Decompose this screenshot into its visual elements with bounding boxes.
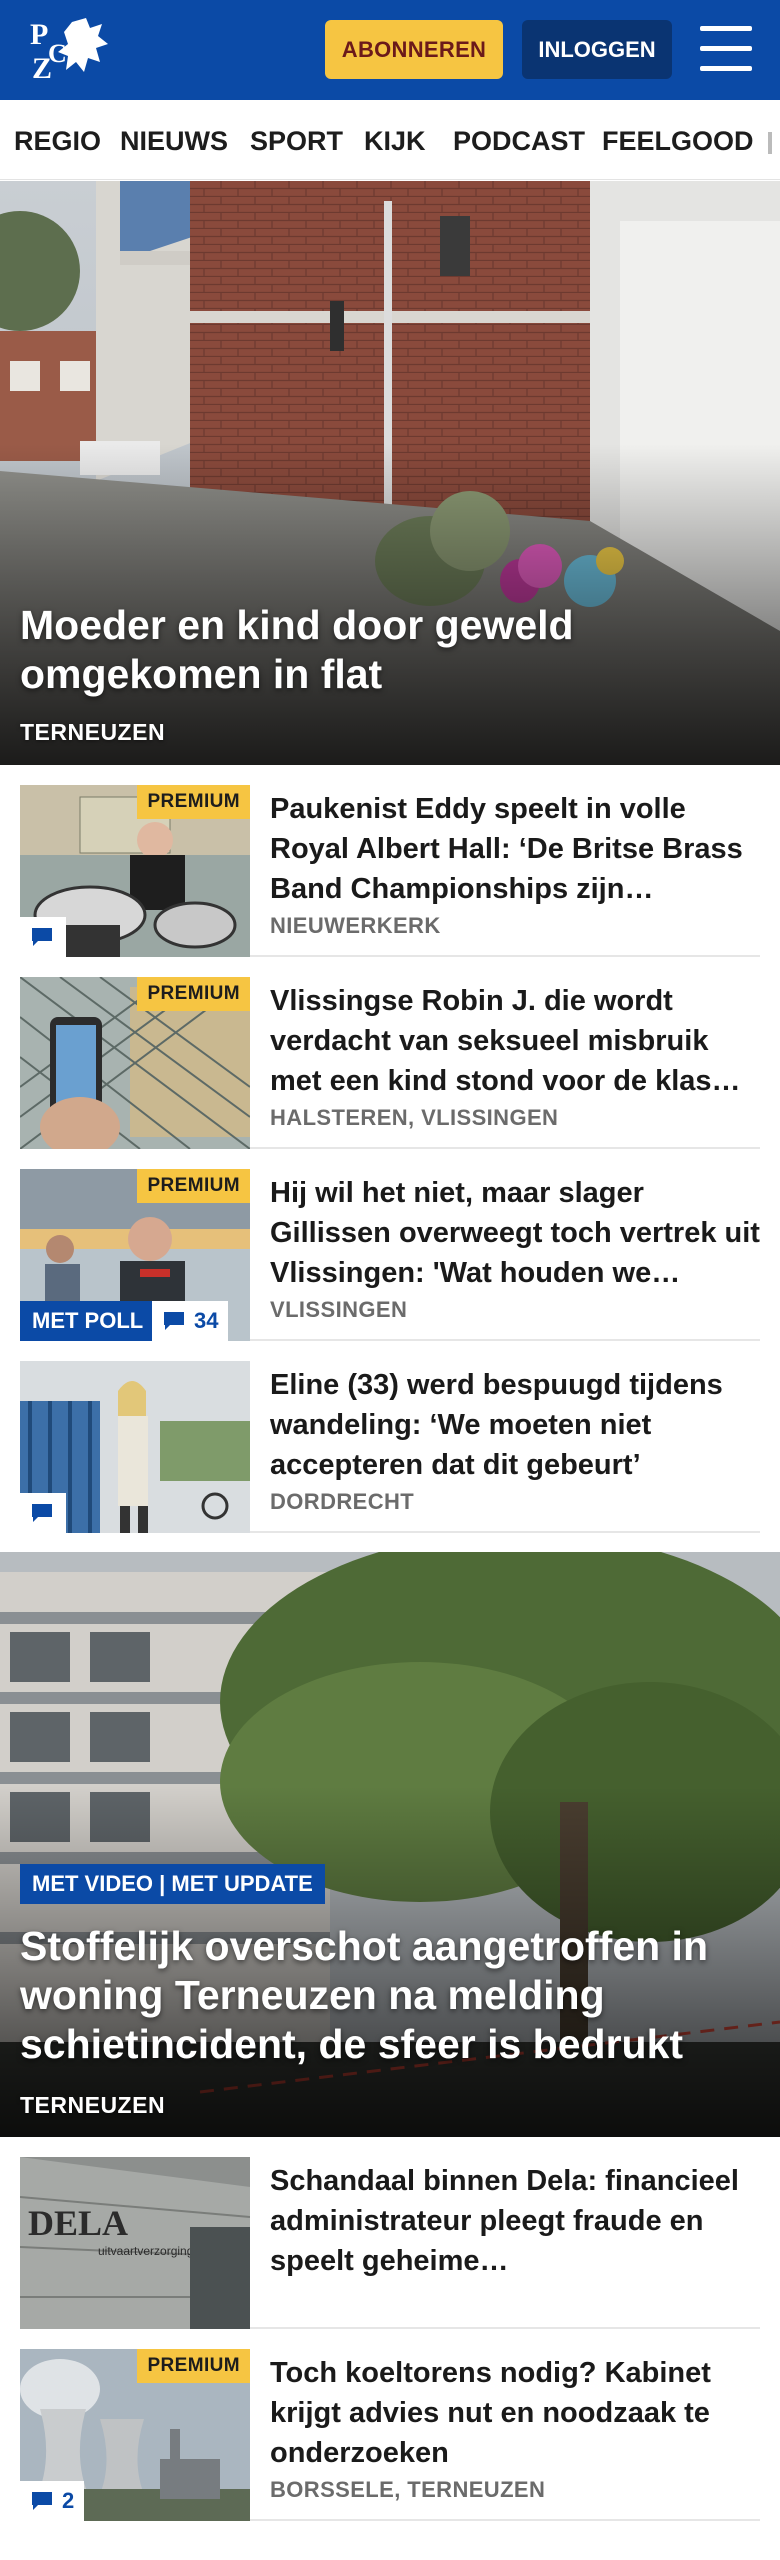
article-title[interactable]: Paukenist Eddy speelt in volle Royal Alb… [270, 789, 760, 909]
article-thumbnail: DELA uitvaartverzorging [20, 2157, 250, 2329]
comment-badge[interactable] [20, 1493, 66, 1533]
article-location: VLISSINGEN [270, 1297, 408, 1322]
dela-subsign: uitvaartverzorging [98, 2244, 193, 2258]
hero-location: TERNEUZEN [20, 2092, 166, 2118]
hero-title[interactable]: Moeder en kind door geweld omgekomen in … [20, 601, 760, 699]
nav-item-regio[interactable]: REGIO [14, 126, 101, 157]
premium-badge: PREMIUM [137, 1169, 250, 1203]
article-thumbnail: PREMIUM [20, 785, 250, 957]
hero-article-2[interactable]: MET VIDEO | MET UPDATE Stoffelijk oversc… [0, 1552, 780, 2137]
comment-badge[interactable]: 2 [20, 2481, 85, 2521]
list-item[interactable]: Eline (33) werd bespuugd tijdens wandeli… [20, 1341, 760, 1533]
comment-icon [32, 2492, 52, 2510]
nav-overflow-indicator [768, 132, 772, 154]
article-title[interactable]: Schandaal binnen Dela: financieel admini… [270, 2161, 760, 2281]
nav-item-nieuws[interactable]: NIEUWS [120, 126, 228, 157]
comment-icon [164, 1312, 184, 1330]
list-item[interactable]: PREMIUM Vlissingse Robin J. die wordt ve… [20, 957, 760, 1149]
article-location: NIEUWERKERK [270, 913, 441, 938]
comment-icon [32, 1504, 52, 1522]
nav-item-podcast[interactable]: PODCAST [453, 126, 585, 157]
menu-icon[interactable] [700, 24, 752, 74]
premium-badge: PREMIUM [137, 977, 250, 1011]
article-location: DORDRECHT [270, 1489, 415, 1514]
article-thumbnail: PREMIUM MET POLL 34 [20, 1169, 250, 1341]
dela-sign: DELA [28, 2203, 128, 2243]
premium-badge: PREMIUM [137, 785, 250, 819]
nav-item-feelgood[interactable]: FEELGOOD [602, 126, 754, 157]
poll-badge: MET POLL [20, 1301, 156, 1341]
comment-icon [32, 928, 52, 946]
comment-badge[interactable] [20, 917, 66, 957]
article-location: BORSSELE, TERNEUZEN [270, 2477, 546, 2502]
subscribe-button[interactable]: ABONNEREN [325, 20, 503, 79]
hero-article-1[interactable]: Moeder en kind door geweld omgekomen in … [0, 181, 780, 765]
article-thumbnail: PREMIUM 2 [20, 2349, 250, 2521]
article-location: HALSTEREN, VLISSINGEN [270, 1105, 559, 1130]
article-title[interactable]: Toch koeltorens nodig? Kabinet krijgt ad… [270, 2353, 760, 2473]
login-button[interactable]: INLOGGEN [522, 20, 672, 79]
nav-item-sport[interactable]: SPORT [250, 126, 343, 157]
video-update-badge: MET VIDEO | MET UPDATE [20, 1864, 325, 1904]
hero-location: TERNEUZEN [20, 719, 166, 745]
list-item[interactable]: PREMIUM 2 Toch koeltorens nodig? Kabinet… [20, 2329, 760, 2521]
section-nav: REGIO NIEUWS SPORT KIJK PODCAST FEELGOOD [0, 100, 780, 180]
article-title[interactable]: Vlissingse Robin J. die wordt verdacht v… [270, 981, 760, 1101]
article-thumbnail: PREMIUM [20, 977, 250, 1149]
article-thumbnail [20, 1361, 250, 1533]
list-item[interactable]: PREMIUM MET POLL 34 Hij wil het niet, ma… [20, 1149, 760, 1341]
list-item[interactable]: DELA uitvaartverzorging Schandaal binnen… [20, 2137, 760, 2329]
article-title[interactable]: Eline (33) werd bespuugd tijdens wandeli… [270, 1365, 760, 1485]
article-title[interactable]: Hij wil het niet, maar slager Gillissen … [270, 1173, 760, 1293]
list-item[interactable]: PREMIUM Paukenist Eddy speelt in volle R… [20, 765, 760, 957]
nav-item-kijk[interactable]: KIJK [364, 126, 426, 157]
site-header: P Z C ABONNEREN INLOGGEN [0, 0, 780, 100]
hero-title[interactable]: Stoffelijk overschot aangetroffen in won… [20, 1922, 760, 2069]
comment-count: 2 [62, 2488, 75, 2513]
comment-count: 34 [194, 1308, 219, 1333]
comment-badge[interactable]: 34 [152, 1301, 229, 1341]
pzc-logo[interactable]: P Z C [28, 14, 112, 86]
premium-badge: PREMIUM [137, 2349, 250, 2383]
svg-text:P: P [30, 18, 48, 51]
